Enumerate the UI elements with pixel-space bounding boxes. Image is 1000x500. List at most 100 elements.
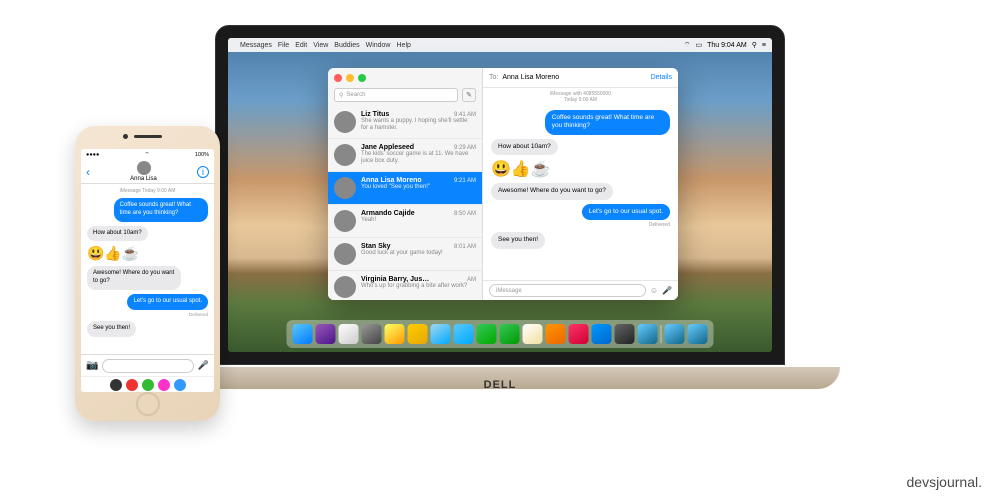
dock-preferences-icon[interactable] — [638, 324, 658, 344]
emoji-reactions[interactable]: 😃👍☕ — [87, 245, 139, 262]
zoom-button[interactable] — [358, 74, 366, 82]
message-bubble-sent[interactable]: Coffee sounds great! What time are you t… — [114, 198, 208, 222]
emoji-reactions[interactable]: 😃👍☕ — [491, 159, 551, 179]
conversation-item[interactable]: Virginia Barry, Jus…AMWho's up for grabb… — [328, 271, 482, 300]
battery-label: 100% — [195, 152, 209, 158]
conversation-name: Stan Sky — [361, 243, 391, 250]
avatar — [334, 243, 356, 265]
dock-siri-icon[interactable] — [316, 324, 336, 344]
conversations-sidebar: ⚲Search ✎ Liz Titus9:41 AMShe wants a pu… — [328, 68, 483, 300]
dock-finder-icon[interactable] — [293, 324, 313, 344]
message-bubble-sent[interactable]: Coffee sounds great! What time are you t… — [545, 110, 670, 135]
app-drawer-item[interactable] — [110, 379, 122, 391]
battery-icon[interactable]: ▭ — [695, 41, 702, 49]
dock-safari-icon[interactable] — [362, 324, 382, 344]
home-button[interactable] — [136, 392, 160, 416]
conversation-item[interactable]: Armando Cajide8:50 AMYeah! — [328, 205, 482, 238]
dock-reminders-icon[interactable] — [477, 324, 497, 344]
menubar-window[interactable]: Window — [366, 42, 391, 49]
phone-camera — [123, 134, 128, 139]
menubar-view[interactable]: View — [313, 42, 328, 49]
signal-icon: ●●●● — [86, 152, 99, 158]
app-drawer-item[interactable] — [142, 379, 154, 391]
conversation-item[interactable]: Jane Appleseed9:29 AMThe kids' soccer ga… — [328, 139, 482, 172]
conversation-time: 8:01 AM — [454, 244, 476, 250]
message-list: iMessage Today 9:00 AM Coffee sounds gre… — [81, 184, 214, 354]
dock-appstore-icon[interactable] — [615, 324, 635, 344]
message-input[interactable]: iMessage — [489, 284, 646, 297]
contact-header[interactable]: Anna Lisa — [90, 161, 197, 182]
close-button[interactable] — [334, 74, 342, 82]
app-drawer-item[interactable] — [174, 379, 186, 391]
message-bubble-received[interactable]: Awesome! Where do you want to go? — [87, 266, 181, 290]
details-button[interactable]: Details — [651, 74, 672, 81]
dock-facetime-icon[interactable] — [569, 324, 589, 344]
message-bubble-sent[interactable]: Let's go to our usual spot. — [127, 294, 208, 310]
message-bubble-sent[interactable]: Let's go to our usual spot. — [582, 204, 670, 220]
dock-maps-icon[interactable] — [500, 324, 520, 344]
app-drawer-item[interactable] — [126, 379, 138, 391]
phone-speaker — [134, 135, 162, 138]
dock-photos-icon[interactable] — [523, 324, 543, 344]
to-label: To: — [489, 74, 498, 81]
search-input[interactable]: ⚲Search — [334, 88, 458, 102]
dock-downloads-icon[interactable] — [665, 324, 685, 344]
wifi-icon[interactable]: ⌔ — [684, 41, 691, 50]
compose-button[interactable]: ✎ — [462, 88, 476, 102]
avatar — [137, 161, 151, 175]
chat-subtitle: iMessage with 4085550000 Today 9:00 AM — [483, 88, 678, 106]
microphone-icon[interactable]: 🎤 — [198, 360, 209, 371]
ios-status-bar: ●●●● ⌔ 100% — [81, 149, 214, 160]
message-bubble-received[interactable]: See you then! — [87, 321, 136, 337]
window-traffic-lights — [328, 68, 482, 88]
microphone-icon[interactable]: 🎤 — [662, 286, 672, 295]
menubar-clock[interactable]: Thu 9:04 AM — [707, 42, 747, 49]
conversation-item[interactable]: Liz Titus9:41 AMShe wants a puppy. I hop… — [328, 106, 482, 139]
message-input-row: 📷 🎤 — [81, 354, 214, 376]
message-list: Coffee sounds great! What time are you t… — [483, 106, 678, 280]
message-bubble-received[interactable]: How about 10am? — [87, 226, 148, 242]
conversation-preview: You loved "See you then!" — [361, 184, 476, 191]
avatar — [334, 111, 356, 133]
conversation-name: Anna Lisa Moreno — [361, 177, 422, 184]
delivered-status: Delivered — [649, 222, 670, 228]
dock-launchpad-icon[interactable] — [339, 324, 359, 344]
conversation-item-selected[interactable]: Anna Lisa Moreno9:21 AMYou loved "See yo… — [328, 172, 482, 205]
info-button[interactable]: i — [197, 166, 209, 178]
dock-mail-icon[interactable] — [385, 324, 405, 344]
minimize-button[interactable] — [346, 74, 354, 82]
dock-messages-icon[interactable] — [546, 324, 566, 344]
notification-center-icon[interactable]: ≡ — [762, 42, 766, 49]
dock-contacts-icon[interactable] — [408, 324, 428, 344]
camera-icon[interactable]: 📷 — [86, 360, 98, 371]
message-bubble-received[interactable]: See you then! — [491, 232, 545, 248]
chat-recipient: Anna Lisa Moreno — [502, 74, 559, 81]
app-drawer-item[interactable] — [158, 379, 170, 391]
chat-header: To: Anna Lisa Moreno Details — [483, 68, 678, 88]
message-bubble-received[interactable]: Awesome! Where do you want to go? — [491, 183, 613, 199]
macos-dock — [287, 320, 714, 348]
conversation-time: 8:50 AM — [454, 211, 476, 217]
dock-notes-icon[interactable] — [454, 324, 474, 344]
avatar — [334, 177, 356, 199]
dock-itunes-icon[interactable] — [592, 324, 612, 344]
emoji-icon[interactable]: ☺ — [650, 286, 658, 295]
conversation-name: Armando Cajide — [361, 210, 415, 217]
menubar-app-name[interactable]: Messages — [240, 42, 272, 49]
dock-calendar-icon[interactable] — [431, 324, 451, 344]
conversation-name: Liz Titus — [361, 111, 389, 118]
avatar — [334, 276, 356, 298]
conversation-name: Jane Appleseed — [361, 144, 414, 151]
dock-trash-icon[interactable] — [688, 324, 708, 344]
conversation-preview: The kids' soccer game is at 11. We have … — [361, 151, 476, 165]
conversation-item[interactable]: Stan Sky8:01 AMGood luck at your game to… — [328, 238, 482, 271]
menubar-buddies[interactable]: Buddies — [334, 42, 359, 49]
search-icon: ⚲ — [339, 92, 343, 99]
menubar-edit[interactable]: Edit — [295, 42, 307, 49]
message-bubble-received[interactable]: How about 10am? — [491, 139, 558, 155]
menubar-help[interactable]: Help — [397, 42, 411, 49]
menubar-file[interactable]: File — [278, 42, 289, 49]
spotlight-icon[interactable]: ⚲ — [752, 41, 757, 49]
message-input[interactable] — [102, 359, 193, 373]
delivered-status: Delivered — [189, 312, 208, 317]
